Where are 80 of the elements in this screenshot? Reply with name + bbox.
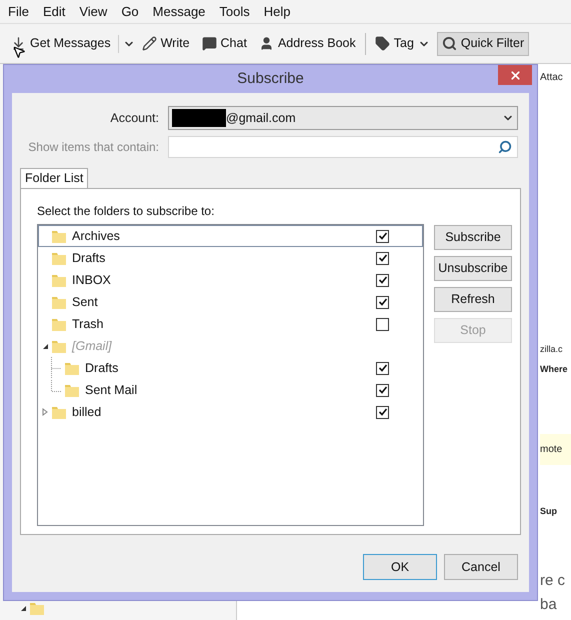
chat-icon xyxy=(202,36,217,51)
mouse-cursor-icon xyxy=(12,44,26,60)
menu-item[interactable]: Help xyxy=(264,2,291,22)
folder-name: Drafts xyxy=(85,360,120,377)
menu-item[interactable]: Message xyxy=(152,2,206,22)
toolbar-button[interactable]: Address Book xyxy=(254,32,361,56)
filter-label: Show items that contain: xyxy=(27,139,159,156)
folder-row[interactable]: Trash xyxy=(38,313,423,335)
background-text: Where xyxy=(540,362,569,376)
folder-name: Trash xyxy=(72,316,104,333)
folder-icon xyxy=(51,316,67,332)
folder-icon xyxy=(51,250,67,266)
folder-name: Archives xyxy=(72,228,121,245)
tag-icon xyxy=(374,36,390,51)
collapsed-arrow-icon[interactable] xyxy=(42,408,48,416)
checkbox[interactable] xyxy=(376,362,389,374)
folder-icon xyxy=(51,228,67,244)
menu-item[interactable]: Tools xyxy=(219,2,250,22)
folder-row[interactable]: Sent Mail xyxy=(38,379,423,401)
folder-icon xyxy=(51,272,67,288)
person-icon xyxy=(258,36,274,51)
folder-name: [Gmail] xyxy=(72,338,113,355)
menu-item[interactable]: View xyxy=(79,2,108,22)
filter-field[interactable] xyxy=(168,136,518,158)
background-text: mote xyxy=(540,434,571,465)
background-text: Attac xyxy=(540,71,564,85)
background-text: zilla.c xyxy=(540,343,564,356)
action-button[interactable]: Unsubscribe xyxy=(434,256,512,281)
expanded-arrow-icon[interactable] xyxy=(42,342,48,350)
folder-row[interactable]: Drafts xyxy=(38,357,423,379)
background-text: ba xyxy=(540,594,558,614)
search-icon xyxy=(442,36,457,51)
folder-name: billed xyxy=(72,404,102,421)
folder-icon xyxy=(64,360,80,376)
dialog-button[interactable]: OK xyxy=(363,554,437,580)
toolbar-button[interactable]: Quick Filter xyxy=(436,32,530,56)
folder-icon xyxy=(51,294,67,310)
folder-icon xyxy=(51,404,67,420)
close-icon xyxy=(508,68,522,82)
checkbox[interactable] xyxy=(376,230,389,242)
dropdown-arrow-icon[interactable] xyxy=(118,34,135,52)
checkbox[interactable] xyxy=(376,252,389,264)
checkbox[interactable] xyxy=(376,296,389,308)
folder-row[interactable]: billed xyxy=(38,401,423,423)
menu-item[interactable]: Edit xyxy=(42,2,66,22)
menu-item[interactable]: Go xyxy=(121,2,139,22)
account-dropdown[interactable]: @gmail.com xyxy=(168,106,518,130)
expanded-arrow-icon xyxy=(20,604,27,612)
pencil-icon xyxy=(142,36,157,51)
search-icon xyxy=(498,140,512,154)
folder-name: INBOX xyxy=(72,272,112,289)
action-button[interactable]: Subscribe xyxy=(434,225,512,250)
background-text: Sup xyxy=(540,505,558,518)
folder-name: Sent xyxy=(72,294,99,311)
folder-row[interactable]: Drafts xyxy=(38,247,423,269)
folder-row[interactable]: Sent xyxy=(38,291,423,313)
close-button[interactable] xyxy=(498,65,532,85)
toolbar-button[interactable]: Tag xyxy=(370,32,435,56)
checkbox[interactable] xyxy=(376,274,389,286)
folder-icon xyxy=(51,338,67,354)
folder-row[interactable]: Archives xyxy=(38,225,423,247)
action-button[interactable]: Refresh xyxy=(434,287,512,312)
dialog-button[interactable]: Cancel xyxy=(444,554,518,580)
account-value: @gmail.com xyxy=(226,110,297,127)
toolbar-button[interactable]: Chat xyxy=(196,32,252,56)
dialog-title: Subscribe xyxy=(237,68,304,89)
folder-icon xyxy=(29,600,45,616)
toolbar-button[interactable]: Write xyxy=(136,32,195,56)
folder-name: Sent Mail xyxy=(85,382,138,399)
instruction-text: Select the folders to subscribe to: xyxy=(37,203,216,220)
checkbox[interactable] xyxy=(376,406,389,418)
folder-icon xyxy=(64,382,80,398)
tab[interactable]: Folder List xyxy=(20,168,88,188)
background-text: re c xyxy=(540,570,566,590)
menu-item[interactable]: File xyxy=(8,2,29,22)
folder-name: Drafts xyxy=(72,250,106,267)
checkbox[interactable] xyxy=(376,318,389,330)
account-label: Account: xyxy=(109,110,159,127)
checkbox[interactable] xyxy=(376,384,389,396)
folder-row[interactable]: INBOX xyxy=(38,269,423,291)
